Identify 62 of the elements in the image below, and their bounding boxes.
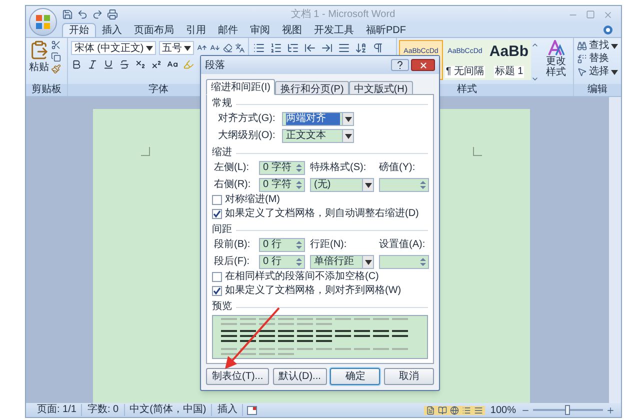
checkbox-label: 如果定义了文档网格，则自动调整右缩进(D) xyxy=(225,208,419,220)
editing-command[interactable]: 替换 xyxy=(589,53,609,65)
outline-level-dropdown[interactable]: 正文文本 xyxy=(282,129,354,143)
status-item: 中文(简体，中国) xyxy=(124,404,212,416)
font-name-field[interactable]: 宋体 (中文正文) xyxy=(71,41,156,55)
style-label: 标题 1 xyxy=(494,66,524,78)
section-heading: 常规 xyxy=(212,98,232,110)
paste-button[interactable]: 粘贴 xyxy=(29,60,49,75)
style-item[interactable]: AaBb 标题 1 xyxy=(487,40,531,80)
ribbon-tab[interactable]: 福昕PDF xyxy=(360,23,412,37)
font-size-field[interactable]: 五号 xyxy=(158,41,194,55)
field-label: 磅值(Y): xyxy=(379,162,416,174)
dialog-button[interactable]: 取消 xyxy=(384,368,434,385)
editing-command[interactable]: 查找 xyxy=(589,40,609,52)
spin-field[interactable]: 0 行 xyxy=(259,238,305,252)
ribbon-tab[interactable]: 审阅 xyxy=(244,23,276,37)
field-label: 特殊格式(S): xyxy=(310,162,368,174)
status-item: 插入 xyxy=(212,404,244,416)
field-label: 大纲级别(O): xyxy=(218,130,276,142)
group-label: 编辑 xyxy=(574,84,621,96)
dialog-button[interactable]: 确定 xyxy=(330,368,380,385)
window-title: 文档 1 - Microsoft Word xyxy=(290,8,396,22)
style-label: ¶ 无间隔 xyxy=(444,66,486,78)
dialog-button[interactable]: 默认(D)... xyxy=(272,368,327,385)
section-heading: 间距 xyxy=(212,224,232,236)
ribbon-tab[interactable]: 引用 xyxy=(180,23,212,37)
ribbon-tab[interactable]: 页面布局 xyxy=(128,23,180,37)
dropdown-field[interactable]: 单倍行距 xyxy=(310,255,374,269)
dialog-tab[interactable]: 缩进和间距(I) xyxy=(206,79,276,95)
field-label: 段后(F): xyxy=(214,256,251,268)
status-item: 页面: 1/1 xyxy=(32,404,82,416)
change-styles-button[interactable]: 更改样式 xyxy=(545,56,567,78)
ribbon-tab[interactable]: 开发工具 xyxy=(308,23,360,37)
field-label: 对齐方式(G): xyxy=(218,113,276,125)
checkbox-label: 在相同样式的段落间不添加空格(C) xyxy=(225,271,379,283)
dialog-tab[interactable]: 换行和分页(P) xyxy=(275,81,349,95)
checkbox-label: 对称缩进(M) xyxy=(225,194,280,206)
field-label: 段前(B): xyxy=(214,239,252,251)
ribbon-tab[interactable]: 开始 xyxy=(62,23,96,37)
field-label: 行距(N): xyxy=(310,239,348,251)
spin-field[interactable]: 0 字符 xyxy=(259,178,305,192)
field-label: 右侧(R): xyxy=(214,179,252,191)
zoom-reading: 100% xyxy=(490,404,516,418)
ribbon-tab[interactable]: 插入 xyxy=(96,23,128,37)
field-label: 左侧(L): xyxy=(214,162,250,174)
status-item: 字数: 0 xyxy=(82,404,125,416)
dialog-title: 段落 xyxy=(205,58,225,72)
checkbox-label: 如果定义了文档网格，则对齐到网格(W) xyxy=(225,285,402,297)
editing-command[interactable]: 选择 xyxy=(589,66,609,78)
style-preview: AaBb xyxy=(489,42,529,62)
dialog-button[interactable]: 制表位(T)... xyxy=(206,368,270,385)
section-heading: 预览 xyxy=(212,301,232,313)
field-label: 设置值(A): xyxy=(379,239,426,251)
ribbon-tab[interactable]: 视图 xyxy=(276,23,308,37)
dropdown-field[interactable]: (无) xyxy=(310,178,374,192)
section-heading: 缩进 xyxy=(212,147,232,159)
alignment-dropdown[interactable]: 两端对齐 xyxy=(282,112,354,126)
spin-field[interactable]: 0 行 xyxy=(259,255,305,269)
group-label: 剪贴板 xyxy=(26,84,68,96)
spin-field[interactable]: 0 字符 xyxy=(259,161,305,175)
dialog-tab[interactable]: 中文版式(H) xyxy=(348,81,413,95)
ribbon-tab[interactable]: 邮件 xyxy=(212,23,244,37)
